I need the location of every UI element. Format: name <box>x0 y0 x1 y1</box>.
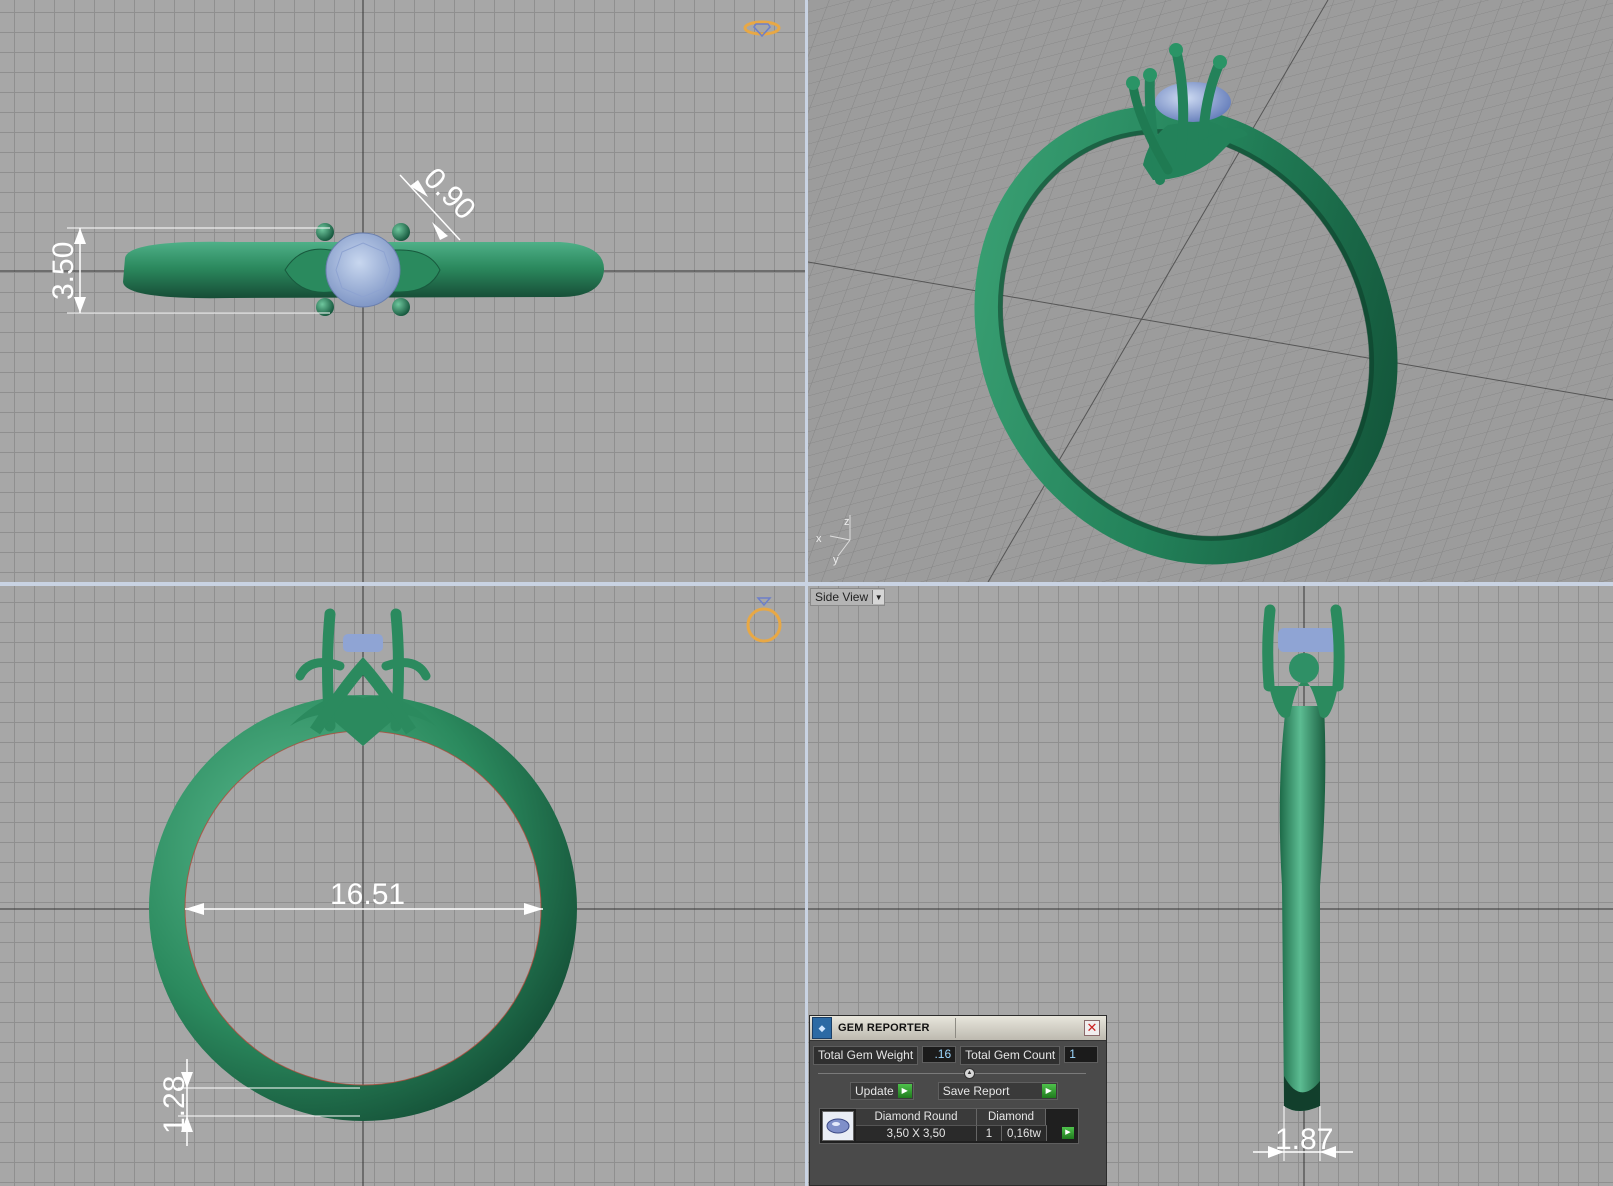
gem-side <box>1278 628 1338 652</box>
gem-reporter-panel: ◆ GEM REPORTER ✕ Total Gem Weight .16 To… <box>809 1015 1107 1186</box>
gem-reporter-icon: ◆ <box>812 1017 832 1039</box>
axis-x-label: x <box>816 533 822 545</box>
save-report-button-label: Save Report <box>942 1084 1010 1098</box>
update-button-label: Update <box>855 1084 894 1098</box>
dim-arrow <box>524 903 543 915</box>
dim-arrow <box>185 903 204 915</box>
gem-list[interactable]: Diamond Round Diamond 3,50 X 3,50 1 0,16… <box>819 1108 1079 1144</box>
titlebar-separator <box>955 1018 956 1038</box>
panel-titlebar[interactable]: ◆ GEM REPORTER ✕ <box>810 1016 1106 1041</box>
gem-perspective <box>1155 82 1231 122</box>
setting-scroll <box>381 658 431 681</box>
setting-scroll <box>295 658 345 681</box>
gem-front <box>343 634 383 652</box>
play-arrow-icon[interactable]: ▶ <box>1041 1084 1056 1098</box>
gem-size: 3,50 X 3,50 <box>856 1125 977 1141</box>
prong <box>1262 604 1276 692</box>
close-icon[interactable]: ✕ <box>1084 1020 1100 1036</box>
totals-row: Total Gem Weight .16 Total Gem Count 1 <box>813 1046 1106 1065</box>
prong <box>392 223 410 241</box>
prong <box>316 223 334 241</box>
gem-thumbnail <box>822 1111 854 1141</box>
top-view-canvas: 3.50 0.90 <box>0 0 805 582</box>
total-count-field[interactable]: 1 <box>1064 1046 1099 1063</box>
prong <box>1330 604 1345 692</box>
update-button[interactable]: Update ▶ <box>850 1082 914 1100</box>
save-report-button[interactable]: Save Report ▶ <box>937 1082 1058 1100</box>
gem-weight: 0,16tw <box>1002 1125 1047 1141</box>
play-arrow-icon[interactable]: ▶ <box>1062 1127 1074 1139</box>
front-view-canvas: 16.51 1.28 <box>0 586 805 1186</box>
axis-y-label: y <box>833 554 839 566</box>
diamond-ring-icon[interactable] <box>742 14 782 42</box>
viewport-divider-vertical[interactable] <box>805 0 808 1186</box>
ring-band-side <box>1279 706 1326 1111</box>
gem-list-values: 3,50 X 3,50 1 0,16tw <box>856 1125 1078 1141</box>
ring-icon[interactable] <box>745 594 783 644</box>
viewport-top[interactable]: 3.50 0.90 <box>0 0 805 582</box>
dim-label-prong: 0.90 <box>417 162 482 227</box>
chevron-up-icon[interactable]: ▲ <box>964 1068 975 1079</box>
dim-label-height: 3.50 <box>47 242 80 300</box>
gem-material-header: Diamond <box>977 1109 1046 1125</box>
viewport-front[interactable]: 16.51 1.28 <box>0 586 805 1186</box>
dim-label-diameter: 16.51 <box>330 878 405 911</box>
total-count-label: Total Gem Count <box>960 1046 1061 1065</box>
prong <box>392 298 410 316</box>
gem-round-top <box>325 232 401 308</box>
viewport-perspective[interactable]: x z y <box>808 0 1613 582</box>
splitter-track <box>818 1073 1086 1074</box>
panel-title: GEM REPORTER <box>838 1022 930 1034</box>
panel-splitter[interactable]: ▲ <box>818 1068 1086 1079</box>
dim-label-width: 1.87 <box>1275 1123 1333 1156</box>
gem-list-row[interactable]: Diamond Round Diamond 3,50 X 3,50 1 0,16… <box>856 1109 1078 1143</box>
dim-label-thickness: 1.28 <box>158 1076 191 1134</box>
dim-arrow <box>74 228 86 244</box>
gem-count: 1 <box>977 1125 1002 1141</box>
perspective-canvas: x z y <box>808 0 1613 582</box>
viewport-divider-horizontal[interactable] <box>0 582 1613 586</box>
total-weight-label: Total Gem Weight <box>813 1046 919 1065</box>
axis-z-label: z <box>844 516 850 528</box>
gem-shape-header: Diamond Round <box>856 1109 977 1125</box>
actions-row: Update ▶ Save Report ▶ <box>850 1082 1106 1100</box>
gem-list-header: Diamond Round Diamond <box>856 1109 1078 1125</box>
play-arrow-icon[interactable]: ▶ <box>897 1084 912 1098</box>
diamond-round-icon <box>826 1118 850 1134</box>
total-weight-field[interactable]: .16 <box>922 1046 957 1063</box>
